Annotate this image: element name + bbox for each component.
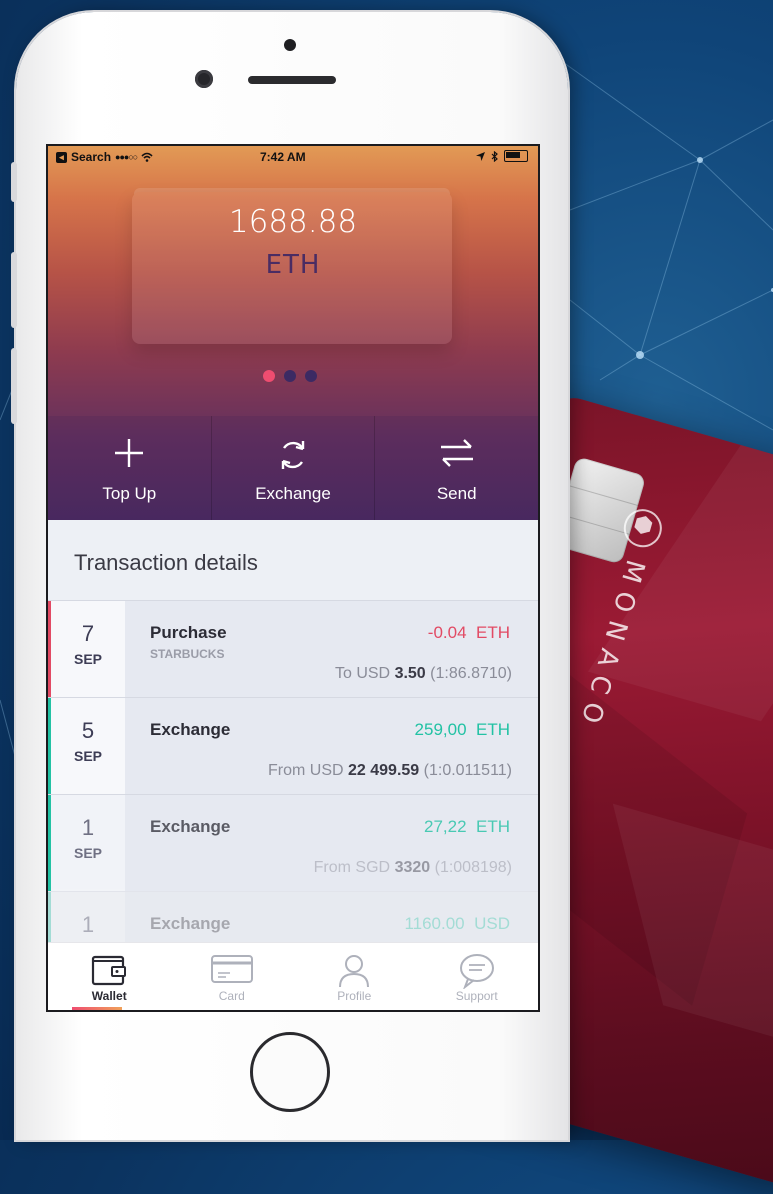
conversion-prefix: From SGD — [313, 859, 391, 876]
conversion-prefix: To USD — [334, 665, 391, 682]
tab-wallet-label: Wallet — [91, 989, 127, 1003]
tab-profile[interactable]: Profile — [293, 943, 416, 1010]
earpiece-speaker — [248, 76, 336, 84]
transaction-amount-currency: ETH — [476, 720, 510, 739]
wallet-header: ◂ Search ●●●○○ 7:42 AM 1688.88 ETH Top U… — [48, 146, 538, 520]
top-up-label: Top Up — [102, 484, 157, 503]
conversion-rate: (1:0.011511) — [423, 762, 512, 779]
transaction-day: 1 — [81, 912, 95, 937]
exchange-label: Exchange — [255, 484, 331, 503]
transaction-day: 7 — [81, 621, 95, 646]
tab-card[interactable]: Card — [171, 943, 294, 1010]
conversion-value: 3320 — [394, 859, 431, 876]
send-button[interactable]: Send — [375, 416, 538, 520]
phone-screen: ◂ Search ●●●○○ 7:42 AM 1688.88 ETH Top U… — [46, 144, 540, 1012]
transaction-day: 1 — [81, 815, 95, 840]
swap-arrows-icon — [440, 439, 473, 467]
transaction-amount: 259,00 ETH — [415, 720, 510, 740]
wallet-actions: Top Up Exchange Send — [48, 416, 538, 520]
exchange-button[interactable]: Exchange — [212, 416, 376, 520]
send-label: Send — [436, 484, 477, 503]
wallet-icon — [92, 955, 127, 986]
transaction-amount: 27,22 ETH — [424, 817, 510, 837]
transaction-amount-value: 27,22 — [424, 817, 467, 836]
top-up-button[interactable]: Top Up — [48, 416, 212, 520]
transaction-amount-currency: USD — [474, 914, 510, 933]
transaction-date: 5 SEP — [51, 698, 125, 794]
transaction-amount-value: 1160.00 — [404, 914, 465, 933]
location-arrow-icon — [476, 151, 485, 161]
transaction-amount: -0.04 ETH — [428, 623, 510, 643]
bottom-tab-bar: Wallet Card Profile Support — [48, 942, 539, 1010]
conversion-rate: (1:86.8710) — [430, 665, 512, 682]
transaction-month: SEP — [73, 748, 102, 764]
wallet-balance: 1688.88 — [228, 204, 358, 240]
back-arrow-icon[interactable]: ◂ — [56, 151, 67, 163]
plus-icon — [115, 439, 144, 467]
transaction-title: Exchange — [150, 720, 231, 739]
conversion-value: 22 499.59 — [348, 762, 420, 779]
back-to-search-label[interactable]: Search — [71, 150, 111, 164]
transaction-amount-currency: ETH — [476, 817, 510, 836]
bluetooth-icon — [491, 150, 498, 162]
transaction-amount-value: 259,00 — [414, 720, 467, 739]
wallet-currency: ETH — [265, 250, 321, 280]
status-bar: ◂ Search ●●●○○ 7:42 AM — [48, 146, 538, 168]
transactions-header: Transaction details — [48, 520, 538, 600]
transaction-conversion: From SGD 3320 (1:008198) — [314, 859, 512, 877]
page-dot-3[interactable] — [305, 370, 317, 382]
tab-card-label: Card — [218, 989, 245, 1003]
front-camera — [195, 70, 213, 88]
transactions-title: Transaction details — [74, 550, 258, 575]
transaction-amount: 1160.00 USD — [404, 914, 510, 934]
transaction-month: SEP — [73, 651, 102, 667]
battery-icon — [504, 150, 528, 162]
page-dot-2[interactable] — [284, 370, 296, 382]
transaction-date: 7 SEP — [51, 601, 125, 697]
card-page-indicator[interactable] — [263, 370, 317, 382]
card-icon — [210, 955, 253, 983]
tab-support-label: Support — [455, 989, 498, 1003]
transaction-conversion: To USD 3.50 (1:86.8710) — [335, 665, 512, 683]
tab-support[interactable]: Support — [416, 943, 539, 1010]
transaction-day: 5 — [81, 718, 95, 743]
tab-profile-label: Profile — [337, 989, 372, 1003]
active-tab-indicator — [72, 1007, 122, 1010]
transaction-merchant: STARBUCKS — [150, 647, 225, 661]
page-dot-1[interactable] — [263, 370, 275, 382]
transaction-title: Exchange — [150, 817, 231, 836]
phone-frame: ◂ Search ●●●○○ 7:42 AM 1688.88 ETH Top U… — [11, 12, 568, 1140]
volume-up-button — [11, 252, 17, 328]
proximity-sensor — [284, 39, 296, 51]
transaction-row[interactable]: 5 SEP Exchange 259,00 ETH From USD 22 49… — [48, 697, 538, 794]
volume-down-button — [11, 348, 17, 424]
transaction-title: Exchange — [150, 914, 231, 933]
conversion-prefix: From USD — [267, 762, 344, 779]
transaction-title: Purchase — [150, 623, 227, 642]
refresh-icon — [281, 441, 305, 469]
transaction-amount-value: -0.04 — [427, 623, 467, 642]
conversion-value: 3.50 — [394, 665, 426, 682]
mute-switch — [11, 162, 17, 202]
tab-wallet[interactable]: Wallet — [48, 943, 171, 1010]
status-time: 7:42 AM — [260, 150, 306, 164]
transaction-date: 1 SEP — [51, 795, 125, 891]
conversion-rate: (1:008198) — [434, 859, 512, 876]
chat-bubble-icon — [459, 954, 494, 989]
profile-icon — [339, 955, 370, 988]
transaction-month: SEP — [73, 845, 102, 861]
transaction-row[interactable]: 1 SEP Exchange 27,22 ETH From SGD 3320 (… — [48, 794, 538, 891]
home-button[interactable] — [250, 1032, 330, 1112]
signal-strength-icon: ●●●○○ — [115, 152, 138, 162]
transaction-row[interactable]: 7 SEP Purchase STARBUCKS -0.04 ETH To US… — [48, 600, 538, 697]
transaction-conversion: From USD 22 499.59 (1:0.011511) — [268, 762, 512, 780]
transaction-amount-currency: ETH — [476, 623, 510, 642]
wifi-icon — [141, 152, 153, 162]
